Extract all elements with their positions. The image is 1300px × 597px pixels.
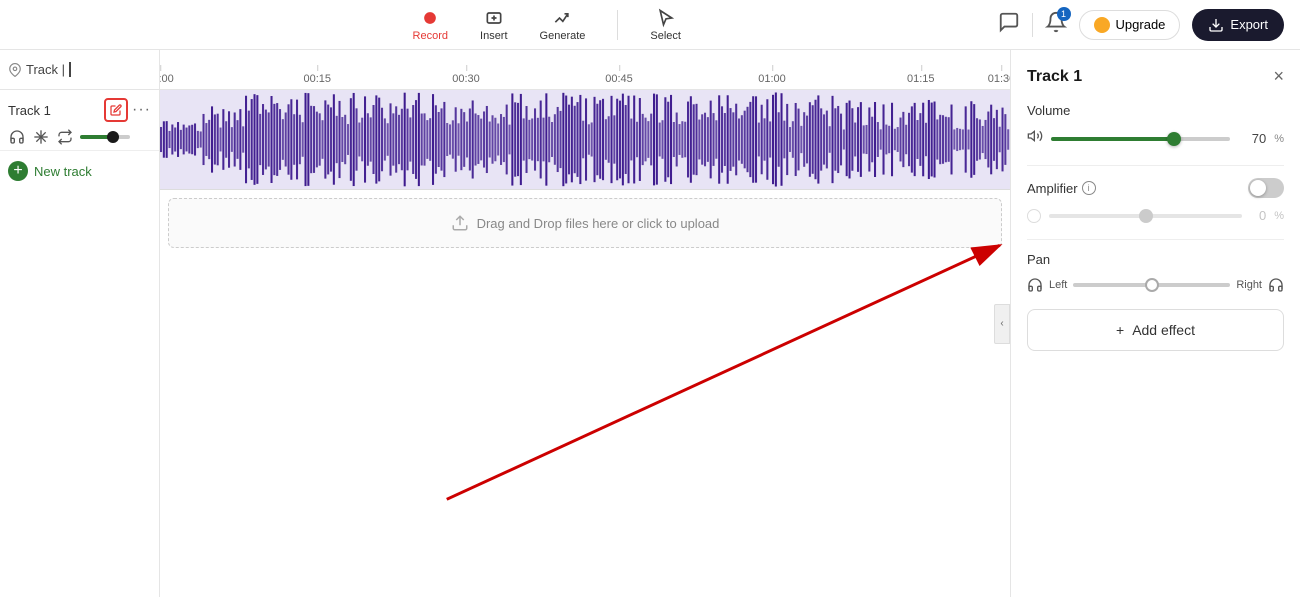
upload-icon	[451, 214, 469, 232]
add-effect-label: Add effect	[1132, 322, 1195, 338]
pan-right-headphones	[1268, 277, 1284, 293]
generate-label: Generate	[540, 30, 586, 42]
track-actions: ···	[104, 98, 151, 122]
toolbar-center: Record Insert Generate Select	[413, 8, 681, 42]
waveform-svg	[160, 90, 1010, 189]
volume-value: 70	[1238, 131, 1266, 146]
track-header-label: Track |	[26, 62, 71, 77]
insert-label: Insert	[480, 30, 508, 42]
amplifier-slider-row: 0 %	[1027, 208, 1284, 223]
add-effect-button[interactable]: + Add effect	[1027, 309, 1284, 351]
track-controls	[8, 128, 151, 146]
record-tool[interactable]: Record	[413, 8, 448, 42]
pan-left-label: Left	[1049, 279, 1067, 291]
add-effect-plus-icon: +	[1116, 322, 1124, 338]
time-mark-1: 00:15	[303, 73, 331, 85]
right-divider	[1032, 13, 1033, 37]
timeline-area: 00:00 00:15 00:30 00:45 01:00 01:15 01:3…	[160, 50, 1010, 597]
notification-badge: 1	[1057, 7, 1071, 21]
toolbar-right: 1 Upgrade Export	[998, 9, 1284, 41]
toolbar: Record Insert Generate Select 1	[0, 0, 1300, 50]
pan-label: Pan	[1027, 252, 1284, 267]
chat-icon[interactable]	[998, 11, 1020, 38]
track-list-header: Track |	[0, 50, 159, 90]
select-label: Select	[650, 30, 681, 42]
amplifier-section: Amplifier i 0 %	[1027, 178, 1284, 223]
volume-section: Volume 70 %	[1027, 103, 1284, 149]
loop-icon[interactable]	[56, 128, 74, 146]
section-divider-2	[1027, 239, 1284, 240]
new-track-button[interactable]: + New track	[0, 151, 159, 191]
export-button[interactable]: Export	[1192, 9, 1284, 41]
insert-tool[interactable]: Insert	[480, 8, 508, 42]
export-label: Export	[1230, 17, 1268, 32]
amplifier-info-icon[interactable]: i	[1082, 181, 1096, 195]
amplifier-label: Amplifier i	[1027, 181, 1096, 196]
drop-zone-text: Drag and Drop files here or click to upl…	[477, 216, 720, 231]
volume-unit: %	[1274, 133, 1284, 145]
pan-slider[interactable]	[1073, 283, 1230, 287]
panel-title: Track 1	[1027, 68, 1082, 86]
track-name-row: Track 1 ···	[8, 98, 151, 122]
close-panel-button[interactable]: ×	[1273, 66, 1284, 87]
new-track-label: New track	[34, 164, 92, 179]
amplifier-value: 0	[1250, 208, 1266, 223]
track-item-1: Track 1 ···	[0, 90, 159, 151]
toggle-knob	[1250, 180, 1266, 196]
volume-label: Volume	[1027, 103, 1284, 118]
upgrade-label: Upgrade	[1116, 17, 1166, 32]
section-divider-1	[1027, 165, 1284, 166]
track-more-button[interactable]: ···	[132, 101, 151, 119]
collapse-button[interactable]: ‹	[994, 304, 1010, 344]
waveform-row[interactable]	[160, 90, 1010, 190]
track-volume-slider[interactable]	[80, 135, 130, 139]
amp-circle-icon	[1027, 209, 1041, 223]
pan-right-label: Right	[1236, 279, 1262, 291]
right-panel: Track 1 × Volume 70 % Amplifier i	[1010, 50, 1300, 597]
time-mark-3: 00:45	[605, 73, 633, 85]
volume-icon	[1027, 128, 1043, 149]
amplifier-row: Amplifier i	[1027, 178, 1284, 198]
headphones-icon[interactable]	[8, 128, 26, 146]
upgrade-icon	[1094, 17, 1110, 33]
toolbar-divider	[617, 10, 618, 40]
time-mark-2: 00:30	[452, 73, 480, 85]
volume-row: 70 %	[1027, 128, 1284, 149]
main-content: Track | Track 1 ···	[0, 50, 1300, 597]
volume-slider[interactable]	[1051, 137, 1230, 141]
amplifier-slider[interactable]	[1049, 214, 1242, 218]
pan-left-headphones	[1027, 277, 1043, 293]
pan-row: Left Right	[1027, 277, 1284, 293]
time-ruler: 00:00 00:15 00:30 00:45 01:00 01:15 01:3…	[160, 50, 1010, 90]
pin-icon	[8, 63, 22, 77]
time-mark-0: 00:00	[160, 73, 174, 85]
pan-section: Pan Left Right	[1027, 252, 1284, 293]
notification-icon[interactable]: 1	[1045, 11, 1067, 38]
time-mark-5: 01:15	[907, 73, 935, 85]
drop-zone[interactable]: Drag and Drop files here or click to upl…	[168, 198, 1002, 248]
record-label: Record	[413, 30, 448, 42]
track-edit-button[interactable]	[104, 98, 128, 122]
panel-header: Track 1 ×	[1027, 66, 1284, 87]
freeze-icon[interactable]	[32, 128, 50, 146]
track-list: Track | Track 1 ···	[0, 50, 160, 597]
time-mark-6: 01:30	[988, 73, 1010, 85]
amplifier-toggle[interactable]	[1248, 178, 1284, 198]
time-mark-4: 01:00	[758, 73, 786, 85]
select-tool[interactable]: Select	[650, 8, 681, 42]
upgrade-button[interactable]: Upgrade	[1079, 10, 1181, 40]
generate-tool[interactable]: Generate	[540, 8, 586, 42]
track-name: Track 1	[8, 103, 51, 118]
new-track-plus-icon: +	[8, 161, 28, 181]
amplifier-unit: %	[1274, 210, 1284, 222]
